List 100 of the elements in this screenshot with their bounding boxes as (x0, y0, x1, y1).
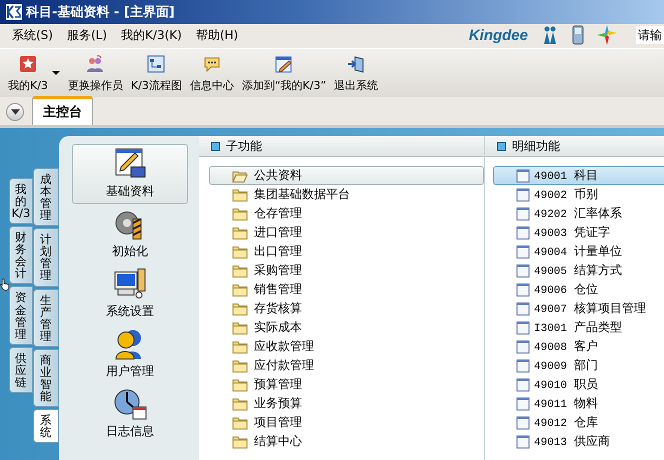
detail-item[interactable]: 49008 客户 (493, 337, 664, 356)
folder-item[interactable]: 实际成本 (209, 318, 484, 337)
folder-item[interactable]: 业务预算 (209, 394, 484, 413)
detail-item[interactable]: 49202 汇率体系 (493, 204, 664, 223)
vertical-tab[interactable]: 供应链 (9, 346, 33, 393)
document-icon (516, 358, 530, 372)
square-bullet-icon (211, 142, 220, 150)
folder-item[interactable]: 集团基础数据平台 (209, 185, 484, 204)
document-icon (516, 206, 530, 220)
folder-item[interactable]: 公共资料 (209, 166, 484, 185)
folder-icon (232, 340, 248, 354)
window-title: 科目-基础资料 - [主界面] (26, 4, 175, 21)
detail-item[interactable]: 49009 部门 (493, 356, 664, 375)
folder-icon (232, 320, 248, 334)
folder-icon (232, 434, 248, 448)
detail-item[interactable]: 49007 核算项目管理 (493, 299, 664, 318)
folder-item[interactable]: 项目管理 (209, 413, 484, 432)
toolbar-button[interactable]: 退出系统 (330, 53, 382, 95)
detail-item[interactable]: 49012 仓库 (493, 413, 664, 432)
tab[interactable]: 主控台 (32, 96, 93, 125)
vertical-tab[interactable]: 系统 (33, 409, 59, 444)
computer-icon (113, 267, 147, 301)
column-title: 明细功能 (512, 138, 560, 154)
folder-item[interactable]: 采购管理 (209, 261, 484, 280)
vertical-tab[interactable]: 商业智能 (33, 348, 59, 407)
app-logo-icon (6, 4, 22, 20)
folder-icon (232, 264, 248, 278)
toolbar-button[interactable]: 我的K/3 (4, 53, 52, 95)
folder-item[interactable]: 结算中心 (209, 432, 484, 451)
detail-item[interactable]: 49002 币别 (493, 185, 664, 204)
search-field[interactable]: 请输 (636, 26, 664, 44)
users-icon (86, 55, 104, 73)
detail-item[interactable]: 49013 供应商 (493, 432, 664, 451)
document-icon (516, 320, 530, 334)
vertical-tab[interactable]: 我的K/3 (9, 178, 33, 224)
detail-item[interactable]: I3001 产品类型 (493, 318, 664, 337)
folder-item[interactable]: 应收款管理 (209, 337, 484, 356)
speech-bubble-icon (202, 55, 221, 73)
module-item[interactable]: 日志信息 (72, 384, 188, 444)
mobile-phone-icon (572, 25, 584, 45)
document-icon (516, 434, 530, 448)
folder-item[interactable]: 仓存管理 (209, 204, 484, 223)
caret-icon[interactable] (52, 71, 60, 75)
document-icon (516, 188, 530, 202)
detail-item[interactable]: 49004 计量单位 (493, 242, 664, 261)
folder-item[interactable]: 进口管理 (209, 223, 484, 242)
document-icon (516, 282, 530, 296)
open-folder-icon (232, 168, 248, 182)
vertical-tab[interactable]: 财务会计 (9, 226, 33, 284)
module-item[interactable]: 用户管理 (72, 324, 188, 384)
hand-cursor-icon (0, 278, 10, 291)
folder-icon (232, 206, 248, 220)
menu-item[interactable]: 帮助(H) (196, 26, 238, 44)
edit-document-icon (275, 55, 293, 73)
document-icon (516, 168, 530, 182)
toolbar-button[interactable]: 添加到“我的K/3” (238, 53, 330, 95)
document-icon (516, 340, 530, 354)
dropdown-button[interactable] (6, 103, 24, 121)
folder-icon (232, 378, 248, 392)
vertical-tab[interactable]: 资金管理 (9, 286, 33, 345)
menu-item[interactable]: 服务(L) (66, 26, 108, 44)
module-item[interactable]: 基础资料 (72, 144, 188, 204)
folder-icon (232, 358, 248, 372)
detail-item[interactable]: 49010 职员 (493, 375, 664, 394)
folder-item[interactable]: 出口管理 (209, 242, 484, 261)
module-item[interactable]: 系统设置 (72, 264, 188, 324)
folder-item[interactable]: 存货核算 (209, 299, 484, 318)
square-bullet-icon (497, 142, 506, 150)
document-icon (516, 396, 530, 410)
vertical-tab[interactable]: 成本管理 (33, 168, 59, 226)
folder-icon (232, 396, 248, 410)
detail-item[interactable]: 49005 结算方式 (493, 261, 664, 280)
detail-item[interactable]: 49001 科目 (493, 166, 664, 185)
module-item[interactable]: 初始化 (72, 204, 188, 264)
vertical-tab[interactable]: 计划管理 (33, 228, 59, 286)
column-title: 子功能 (226, 138, 262, 154)
document-icon (516, 226, 530, 240)
folder-icon (232, 302, 248, 316)
detail-item[interactable]: 49011 物料 (493, 394, 664, 413)
document-icon (516, 264, 530, 278)
folder-icon (232, 416, 248, 430)
folder-item[interactable]: 应付款管理 (209, 356, 484, 375)
toolbar-button[interactable]: 更换操作员 (64, 53, 127, 95)
folder-icon (232, 244, 248, 258)
exit-door-icon (347, 55, 366, 73)
detail-item[interactable]: 49006 仓位 (493, 280, 664, 299)
folder-icon (232, 226, 248, 240)
vertical-tab[interactable]: 生产管理 (33, 288, 59, 347)
clock-calendar-icon (113, 387, 147, 421)
menu-item[interactable]: 我的K/3(K) (121, 26, 182, 44)
star-logo-icon (596, 24, 618, 46)
detail-item[interactable]: 49003 凭证字 (493, 223, 664, 242)
menu-item[interactable]: 系统(S) (12, 26, 53, 44)
folder-icon (232, 188, 248, 202)
toolbar-button[interactable]: K/3流程图 (126, 53, 186, 95)
caret-icon (10, 109, 20, 115)
folder-item[interactable]: 销售管理 (209, 280, 484, 299)
toolbar-button[interactable]: 信息中心 (186, 53, 238, 95)
folder-item[interactable]: 预算管理 (209, 375, 484, 394)
document-icon (516, 416, 530, 430)
